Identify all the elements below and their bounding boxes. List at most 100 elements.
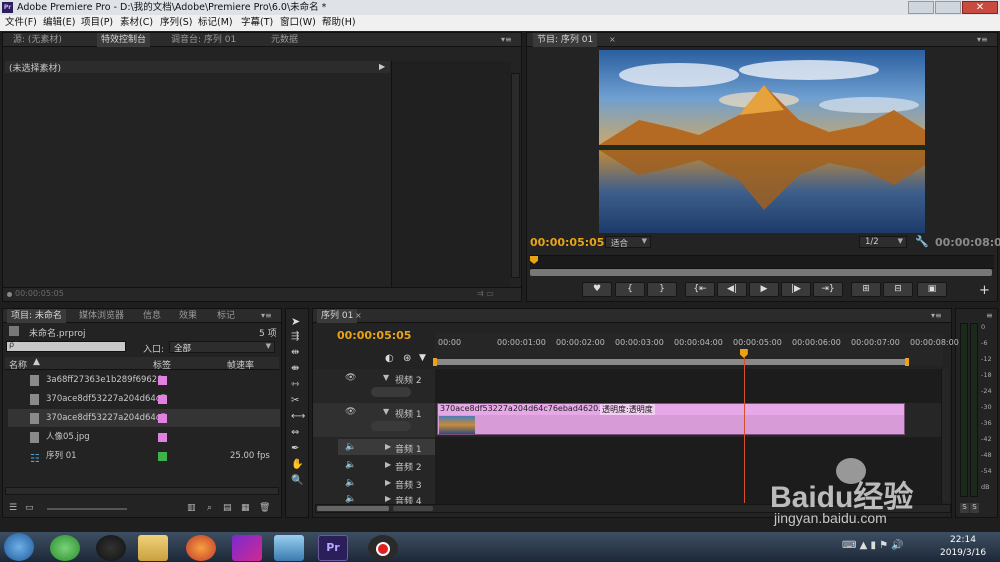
fit-dropdown[interactable]: 适合 ▼ [605,236,651,249]
find-icon[interactable]: ⌕ [207,503,212,513]
work-area-start-icon[interactable] [433,358,437,366]
app-icon[interactable] [274,535,304,561]
marker-icon[interactable]: ▼ [419,353,426,363]
tab-effects[interactable]: 效果 [175,309,201,323]
work-area-end-icon[interactable] [905,358,909,366]
menu-edit[interactable]: 编辑(E) [43,15,75,31]
browser-360-icon[interactable] [50,535,80,561]
expand-track-icon[interactable]: ▶ [385,494,391,503]
tab-info[interactable]: 信息 [139,309,165,323]
menu-title[interactable]: 字幕(T) [241,15,273,31]
resolution-dropdown[interactable]: 1/2 ▼ [859,236,907,248]
add-button-icon[interactable]: + [979,283,990,298]
mark-in-button[interactable]: { [615,282,645,297]
expand-track-icon[interactable]: ▶ [385,442,391,451]
step-forward-button[interactable]: |▶ [781,282,811,297]
tab-effect-controls[interactable]: 特效控制台 [97,33,151,47]
expand-track-icon[interactable]: ▶ [385,460,391,469]
rolling-edit-tool-icon[interactable]: ⇼ [291,363,299,374]
menu-clip[interactable]: 素材(C) [120,15,153,31]
menu-window[interactable]: 窗口(W) [280,15,316,31]
program-timecode[interactable]: 00:00:05:05 [530,236,604,249]
premiere-taskbar-icon[interactable]: Pr [318,535,348,561]
speaker-icon[interactable]: 🔈 [345,494,356,504]
program-scrub-bar[interactable] [530,255,994,269]
minimize-button[interactable] [908,1,934,14]
tab-close-icon[interactable]: × [609,35,616,44]
maximize-button[interactable] [935,1,961,14]
pen-tool-icon[interactable]: ✒ [291,443,299,454]
slip-tool-icon[interactable]: ⟷ [291,411,305,422]
timeline-timecode[interactable]: 00:00:05:05 [337,329,411,342]
menu-marker[interactable]: 标记(M) [198,15,233,31]
file-explorer-icon[interactable] [138,535,168,561]
speaker-icon[interactable]: 🔈 [345,460,356,470]
mark-out-button[interactable]: } [647,282,677,297]
track-keyframe-control[interactable] [371,387,411,397]
eye-icon[interactable]: 👁 [345,373,356,383]
col-fps-header[interactable]: 帧速率 [227,358,254,371]
expand-track-icon[interactable]: ▼ [383,373,389,382]
clock-date[interactable]: 2019/3/16 [940,548,986,558]
expand-track-icon[interactable]: ▶ [385,478,391,487]
qq-icon[interactable] [96,535,126,561]
expand-arrow-icon[interactable]: ▶ [379,62,385,71]
col-name-header[interactable]: 名称 [9,358,27,371]
tray-icons[interactable]: ⌨ ▲ ▮ ⚑ 🔊 [842,540,904,551]
panel-menu-icon[interactable]: ≡ [986,311,993,320]
col-label-header[interactable]: 标签 [153,358,171,371]
timeline-zoom-slider[interactable] [393,506,433,511]
program-zoom-bar[interactable] [530,269,992,276]
ripple-edit-tool-icon[interactable]: ⇹ [291,347,299,358]
clip-effect-dropdown[interactable]: 透明度:透明度 [600,404,655,415]
list-item[interactable]: 370ace8df53227a204d64c7 [8,409,280,427]
add-marker-button[interactable]: ♥ [582,282,612,297]
work-area-bar[interactable] [435,359,907,365]
tab-source[interactable]: 源: (无素材) [9,33,66,47]
menu-project[interactable]: 项目(P) [81,15,113,31]
list-item[interactable]: 3a68ff27363e1b289f69628c [8,371,280,389]
timeline-scroll-thumb[interactable] [317,506,389,511]
go-to-in-button[interactable]: {⇤ [685,282,715,297]
track-select-tool-icon[interactable]: ⇶ [291,331,299,342]
list-item[interactable]: 人像05.jpg [8,428,280,446]
rate-stretch-tool-icon[interactable]: ⇿ [291,379,299,390]
lift-button[interactable]: ⊞ [851,282,881,297]
selection-tool-icon[interactable]: ➤ [291,315,300,328]
zoom-tool-icon[interactable]: 🔍 [291,475,303,486]
menu-sequence[interactable]: 序列(S) [160,15,192,31]
start-button[interactable] [4,533,34,561]
automate-icon[interactable]: ▥ [187,503,196,513]
export-icon[interactable]: ⇉ ▭ [477,289,494,298]
play-button[interactable]: ▶ [749,282,779,297]
extract-button[interactable]: ⊟ [883,282,913,297]
entry-dropdown[interactable]: 全部 ▼ [169,341,275,354]
tab-close-icon[interactable]: × [355,311,362,320]
speaker-icon[interactable]: 🔈 [345,442,356,452]
link-icon[interactable]: ⊛ [403,353,411,364]
expand-track-icon[interactable]: ▼ [383,407,389,416]
playhead-line[interactable] [743,357,745,503]
go-to-out-button[interactable]: ⇥} [813,282,843,297]
icon-view-icon[interactable]: ▭ [25,503,34,513]
panel-menu-icon[interactable]: ▾≡ [931,311,942,320]
tab-markers[interactable]: 标记 [213,309,239,323]
horizontal-scrollbar[interactable] [5,487,279,495]
close-button[interactable]: ✕ [962,1,998,14]
razor-tool-icon[interactable]: ✂ [291,395,299,406]
hand-tool-icon[interactable]: ✋ [291,459,303,470]
new-item-icon[interactable]: ▦ [241,503,250,513]
list-item[interactable]: 370ace8df53227a204d64c7 [8,390,280,408]
video-clip[interactable]: 370ace8df53227a204d64c76ebad4620.jpg 透明度… [437,403,905,435]
vertical-scrollbar[interactable] [511,73,520,278]
panel-menu-icon[interactable]: ▾≡ [261,311,272,320]
export-frame-button[interactable]: ▣ [917,282,947,297]
slide-tool-icon[interactable]: ⇔ [291,427,299,438]
tab-project[interactable]: 项目: 未命名 [7,309,66,323]
search-input[interactable]: ρ˜ [6,340,126,352]
firefox-icon[interactable] [186,535,216,561]
snap-icon[interactable]: ◐ [385,353,394,364]
track-keyframe-control[interactable] [371,421,411,431]
tab-sequence[interactable]: 序列 01 [317,309,358,323]
tab-audio-mixer[interactable]: 调音台: 序列 01 [167,33,240,47]
